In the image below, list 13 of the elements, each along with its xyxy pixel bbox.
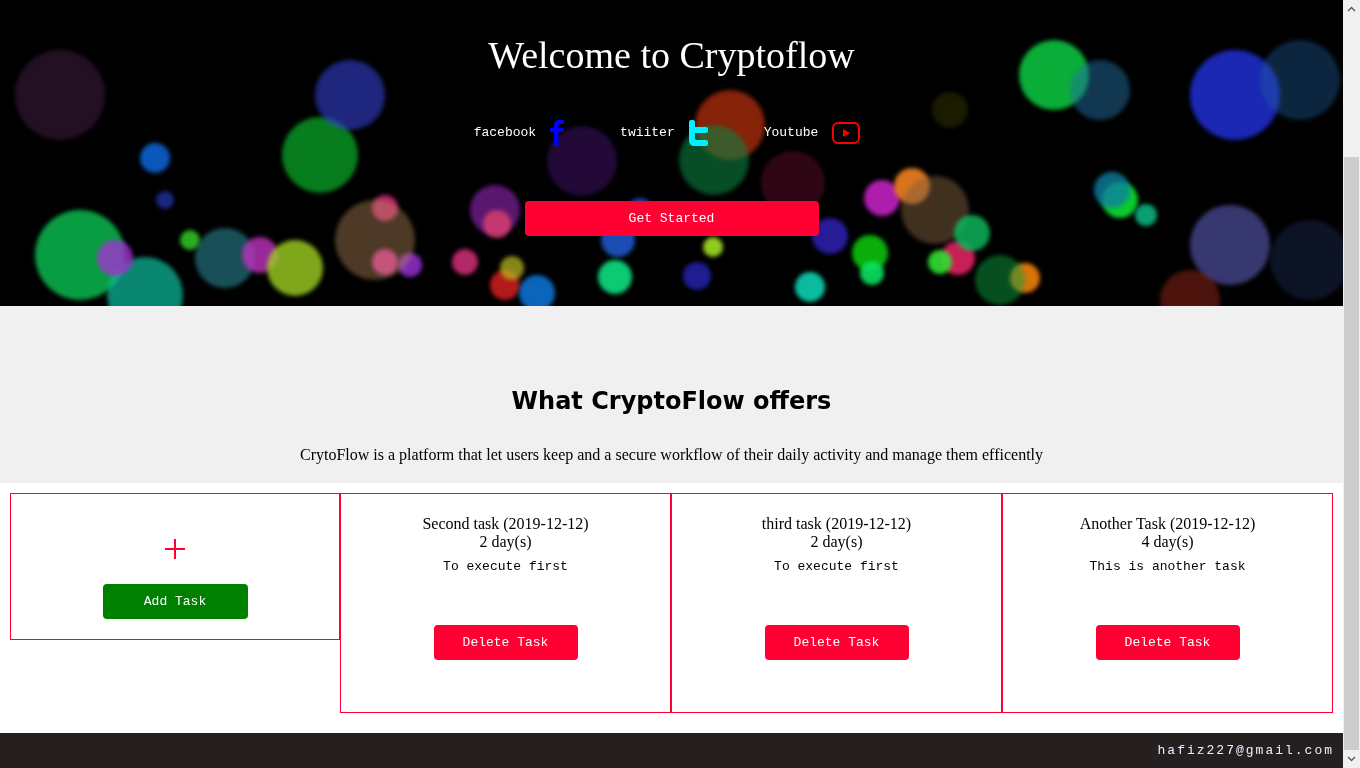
task-duration: 2 day(s) <box>479 533 532 551</box>
footer-email: hafiz227@gmail.com <box>1157 741 1334 760</box>
task-title: Second task (2019-12-12) <box>422 515 589 533</box>
task-title: third task (2019-12-12) <box>761 515 912 533</box>
task-description: To execute first <box>774 559 899 575</box>
hero-title: Welcome to Cryptoflow <box>488 33 855 77</box>
task-duration: 4 day(s) <box>1141 533 1194 551</box>
section-heading: What CryptoFlow offers <box>511 386 832 416</box>
task-description: To execute first <box>443 559 568 575</box>
task-duration: 2 day(s) <box>810 533 863 551</box>
section-description: CrytoFlow is a platform that let users keep and a secure workflow of their daily activity and manage them efficently <box>300 446 1043 464</box>
task-title: Another Task (2019-12-12) <box>1079 515 1256 533</box>
task-description: This is another task <box>1089 559 1246 575</box>
